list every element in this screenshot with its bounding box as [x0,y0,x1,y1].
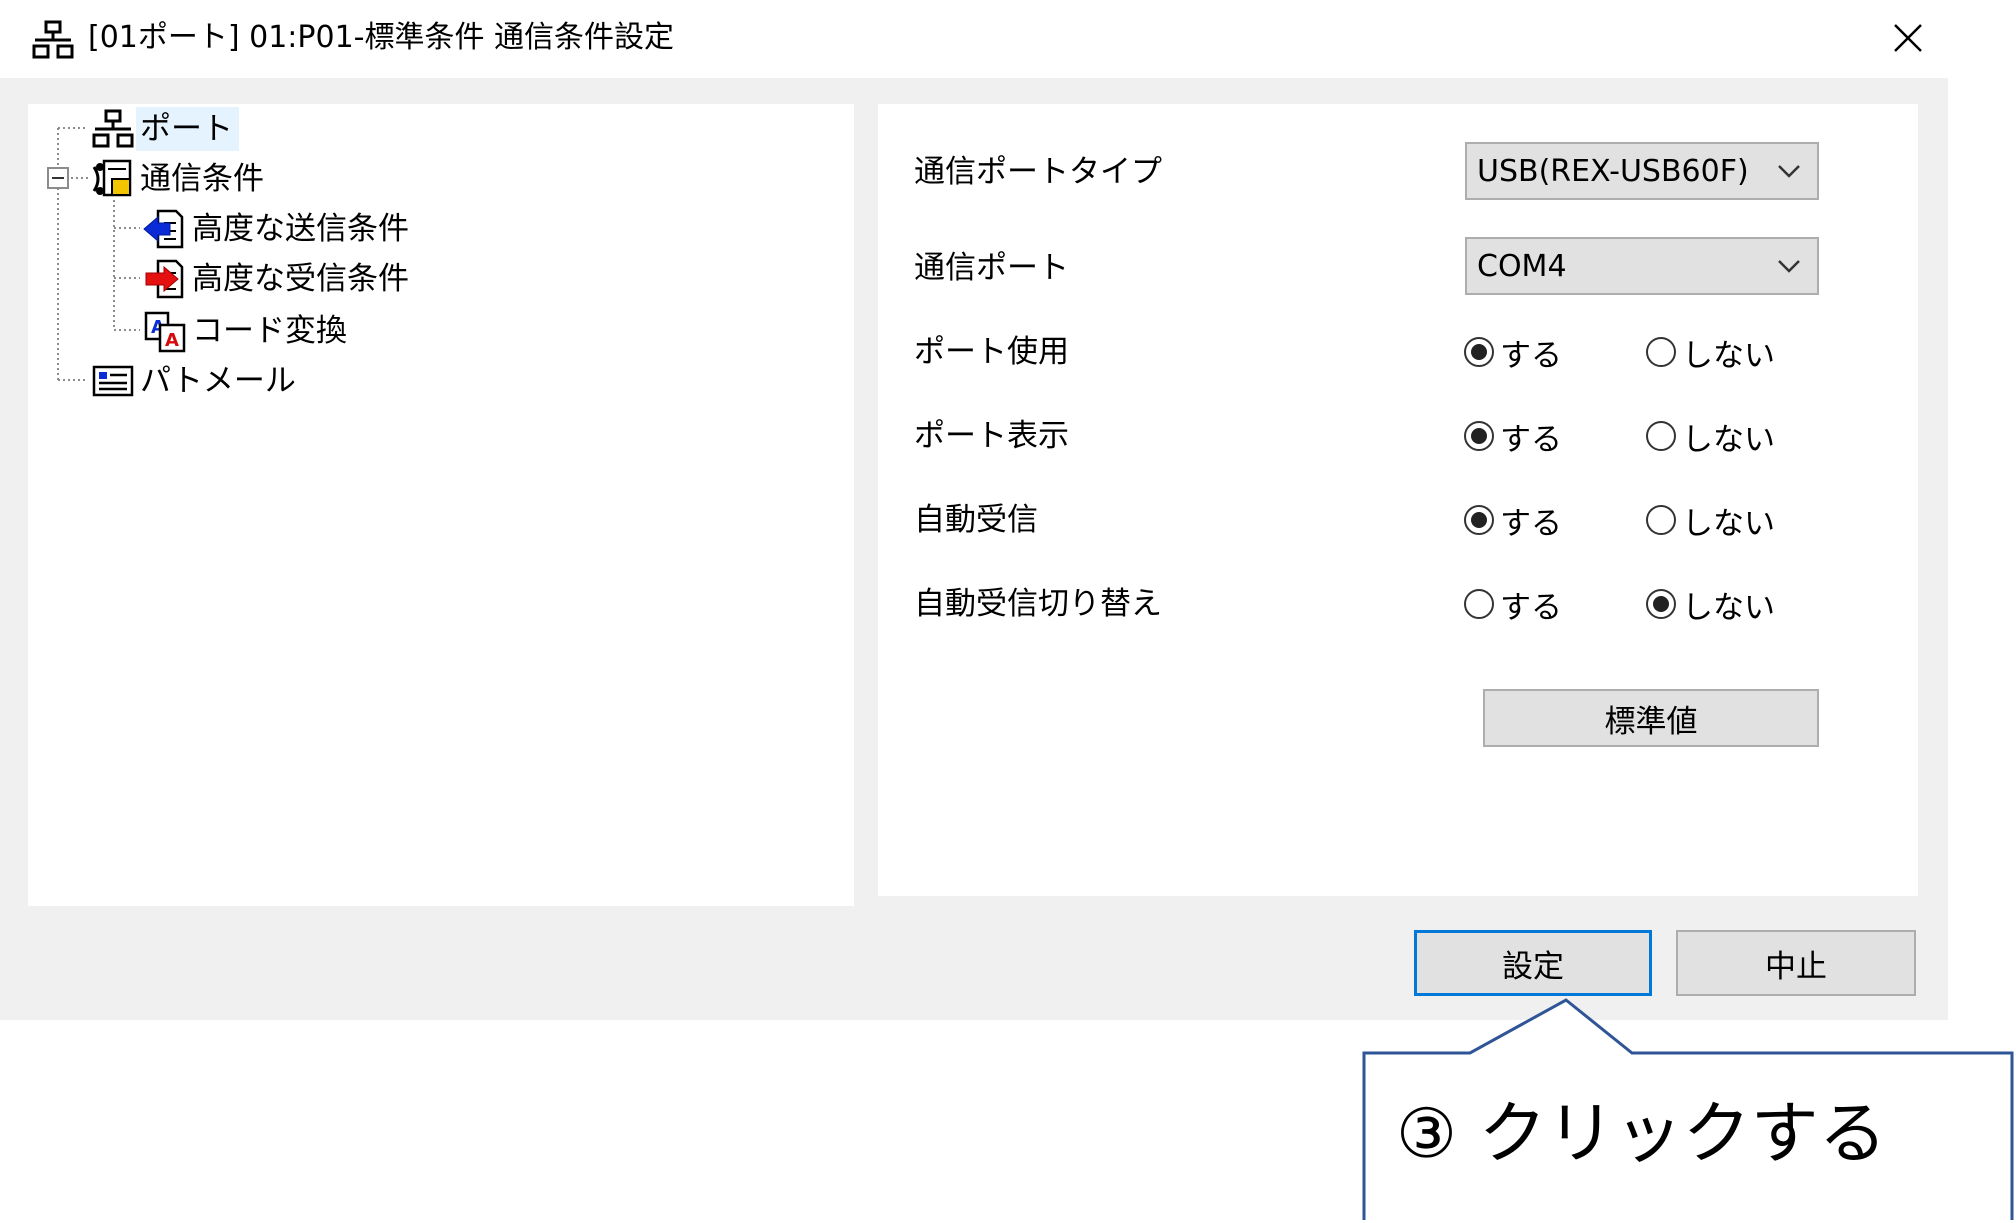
auto-receive-switch-no-radio[interactable]: しない [1646,582,1775,626]
tree-item-advanced-receive[interactable]: 高度な受信条件 [142,256,415,302]
settings-panel: 通信ポートタイプ USB(REX-USB60F) 通信ポート COM4 ポート使… [878,104,1918,896]
close-button[interactable] [1880,10,1936,66]
radio-dot [1653,596,1669,612]
auto-receive-no-radio[interactable]: しない [1646,498,1775,542]
radio-label: しない [1682,421,1775,458]
code-convert-icon: A A [144,311,186,353]
close-icon [1894,24,1922,52]
callout-text: ③ クリックする [1396,1095,1887,1174]
window-title: [01ポート] 01:P01-標準条件 通信条件設定 [88,20,675,55]
ok-button[interactable]: 設定 [1414,930,1652,996]
radio-dot [1471,344,1487,360]
auto-receive-switch-yes-radio[interactable]: する [1464,582,1562,626]
tree-item-label: 高度な送信条件 [192,211,409,247]
port-select[interactable]: COM4 [1465,237,1819,295]
port-use-no-radio[interactable]: しない [1646,330,1775,374]
receive-arrow-icon [145,259,184,299]
auto-receive-switch-label: 自動受信切り替え [914,586,1162,622]
port-display-yes-radio[interactable]: する [1464,414,1562,458]
radio-label: する [1500,505,1562,542]
port-type-select[interactable]: USB(REX-USB60F) [1465,142,1819,200]
tree-item-port[interactable]: ポート [90,106,239,152]
default-values-button[interactable]: 標準値 [1483,689,1819,747]
settings-tree[interactable]: ポート 通信条件 高度な送信条件 高度な受信条件 A A コード変換 パトメール [28,104,854,906]
dialog-window: [01ポート] 01:P01-標準条件 通信条件設定 ポート 通信条件 高度な送… [0,0,1948,1020]
port-use-label: ポート使用 [914,334,1069,370]
radio-label: しない [1682,337,1775,374]
tree-item-patmail[interactable]: パトメール [90,358,302,404]
svg-text:A: A [165,330,179,351]
tree-item-label: ポート [136,107,239,151]
radio-label: する [1500,421,1562,458]
radio-circle [1646,505,1676,535]
radio-circle [1646,421,1676,451]
tree-item-label: コード変換 [192,313,347,349]
radio-dot [1471,512,1487,528]
tree-item-label: パトメール [140,363,296,399]
tree-item-comm-settings[interactable]: 通信条件 [90,156,270,202]
title-bar: [01ポート] 01:P01-標準条件 通信条件設定 [0,0,1948,78]
network-icon [92,109,134,148]
radio-label: する [1500,589,1562,626]
port-label: 通信ポート [914,250,1069,286]
radio-circle [1464,505,1494,535]
port-display-no-radio[interactable]: しない [1646,414,1775,458]
comm-settings-icon [92,159,132,197]
port-use-yes-radio[interactable]: する [1464,330,1562,374]
radio-circle [1464,589,1494,619]
radio-circle [1464,421,1494,451]
send-arrow-icon [143,209,184,249]
auto-receive-yes-radio[interactable]: する [1464,498,1562,542]
tree-item-advanced-send[interactable]: 高度な送信条件 [142,206,415,252]
port-type-value: USB(REX-USB60F) [1477,153,1749,189]
cancel-button[interactable]: 中止 [1676,930,1916,996]
tree-item-code-convert[interactable]: A A コード変換 [142,308,353,354]
radio-label: しない [1682,589,1775,626]
network-icon [32,20,74,59]
tree-item-label: 通信条件 [140,161,264,197]
chevron-down-icon [1778,260,1800,273]
auto-receive-label: 自動受信 [914,502,1038,538]
port-value: COM4 [1477,248,1567,284]
tree-item-label: 高度な受信条件 [192,261,409,297]
radio-label: する [1500,337,1562,374]
port-type-label: 通信ポートタイプ [914,154,1162,190]
radio-label: しない [1682,505,1775,542]
radio-circle [1646,337,1676,367]
radio-circle [1646,589,1676,619]
port-display-label: ポート表示 [914,418,1069,454]
chevron-down-icon [1778,165,1800,178]
radio-circle [1464,337,1494,367]
radio-dot [1471,428,1487,444]
mail-card-icon [92,365,134,397]
